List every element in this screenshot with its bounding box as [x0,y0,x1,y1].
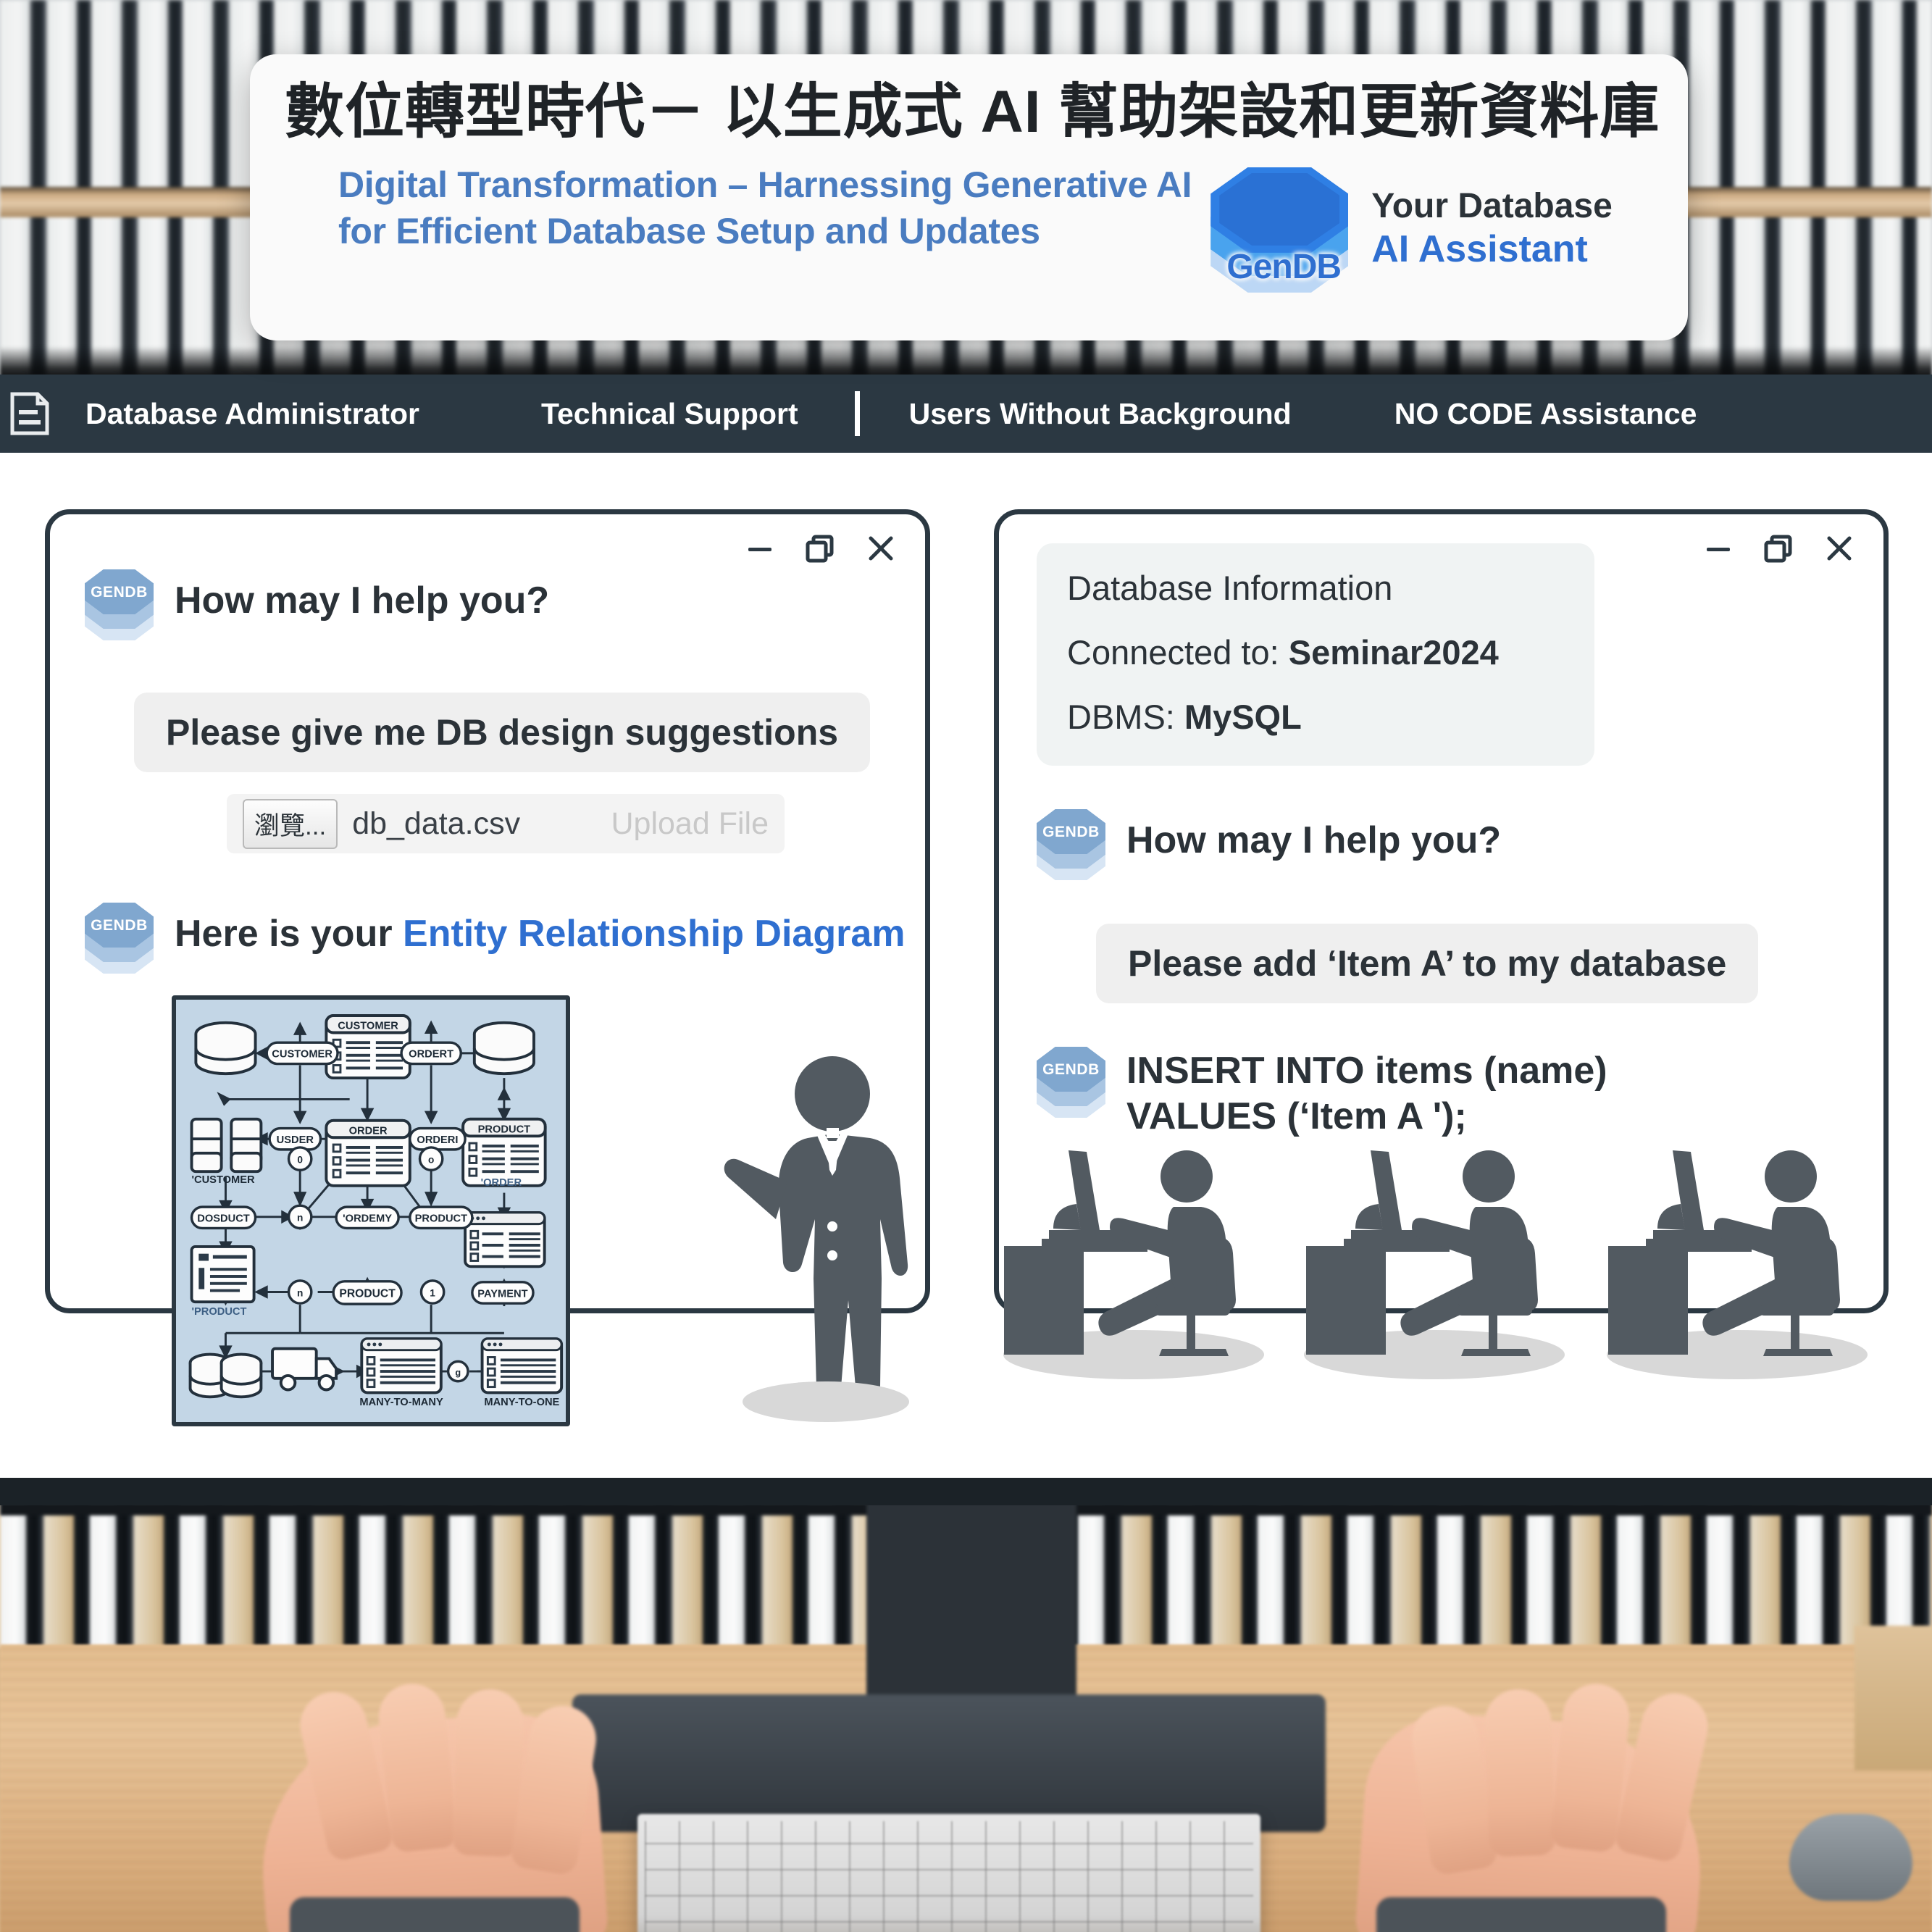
minimize-icon[interactable] [744,532,776,564]
svg-text:'PRODUCT: 'PRODUCT [192,1306,247,1318]
subtitle-line-1: Digital Transformation – Harnessing Gene… [338,164,1192,205]
monitor-top-bezel-shadow [0,346,1932,378]
document-icon [9,391,51,436]
gendb-logo-word: GenDB [1226,247,1342,286]
svg-text:n: n [297,1287,303,1298]
desk-scene [0,1502,1932,1932]
svg-text:g: g [455,1367,461,1378]
businessman-presenter-silhouette [699,1047,960,1431]
brand-tagline: Your Database AI Assistant [1371,186,1613,272]
desk-box [1854,1626,1932,1770]
monitor-neck [866,1502,1076,1715]
window-controls-left [744,532,898,565]
navbar: Database Administrator Technical Support… [0,375,1932,453]
upload-file-placeholder: Upload File [611,806,769,841]
svg-text:o: o [428,1154,434,1165]
svg-text:1: 1 [430,1287,435,1298]
gendb-avatar-icon: GENDB [1037,808,1111,883]
restore-icon[interactable] [803,532,837,565]
gendb-avatar-label: GENDB [1042,1061,1100,1078]
brand-tagline-line-1: Your Database [1371,187,1613,226]
page-subtitle-en: Digital Transformation – Harnessing Gene… [285,162,1192,254]
keyboard-keys [645,1821,1253,1932]
db-dbms-value: MySQL [1184,698,1302,736]
database-information-card: Database Information Connected to: Semin… [1037,543,1594,766]
page-title-zh: 數位轉型時代－ 以生成式 AI 幫助架設和更新資料庫 [285,79,1660,145]
gendb-avatar-label: GENDB [91,584,148,601]
erd-message-prefix: Here is your [175,913,403,955]
svg-text:'ORDER: 'ORDER [481,1177,522,1189]
close-icon[interactable] [864,532,898,565]
user-message-bubble: Please add ‘Item A’ to my database [1096,924,1759,1003]
svg-text:PRODUCT: PRODUCT [339,1287,396,1300]
gendb-avatar-label: GENDB [1042,824,1100,840]
window-controls-right [1702,532,1856,565]
monitor-base [572,1694,1326,1832]
restore-icon[interactable] [1762,532,1795,565]
nav-divider [854,391,860,436]
file-upload-row[interactable]: 瀏覽... db_data.csv Upload File [227,794,785,853]
left-sleeve-cuff [290,1897,580,1932]
svg-text:DOSDUCT: DOSDUCT [197,1213,250,1225]
gendb-avatar-icon: GENDB [85,568,159,643]
db-connected-row: Connected to: Seminar2024 [1067,632,1564,672]
svg-text:'CUSTOMER: 'CUSTOMER [192,1174,256,1186]
nav-item-database-administrator[interactable]: Database Administrator [85,397,419,431]
svg-text:MANY-TO-MANY: MANY-TO-MANY [359,1397,443,1408]
svg-text:USDER: USDER [277,1134,314,1146]
svg-text:ORDERI: ORDERI [417,1134,458,1146]
svg-text:CUSTOMER: CUSTOMER [272,1049,333,1061]
monitor-bottom-bezel [0,1478,1932,1505]
close-icon[interactable] [1823,532,1856,565]
gendb-avatar-label: GENDB [91,917,148,934]
brand-tagline-line-2: AI Assistant [1371,227,1588,270]
bot-message-text: How may I help you? [175,580,550,622]
nav-item-no-code-assistance[interactable]: NO CODE Assistance [1394,397,1697,431]
bot-message-greeting: GENDB How may I help you? [1037,808,1883,883]
bot-message-greeting: GENDB How may I help you? [85,568,925,643]
erd-message-highlight: Entity Relationship Diagram [403,913,906,955]
svg-text:ORDERT: ORDERT [409,1049,453,1061]
db-dbms-row: DBMS: MySQL [1067,697,1564,737]
gendb-avatar-icon: GENDB [1037,1045,1111,1121]
svg-text:PAYMENT: PAYMENT [477,1288,527,1300]
svg-text:PRODUCT: PRODUCT [415,1213,468,1225]
nav-item-technical-support[interactable]: Technical Support [541,397,798,431]
svg-text:0: 0 [297,1154,303,1165]
brand-block: GenDB Your Database AI Assistant [1210,166,1613,293]
bot-message-erd: GENDB Here is your Entity Relationship D… [85,901,925,977]
three-office-workers-silhouette [1000,1137,1912,1384]
subtitle-line-2: for Efficient Database Setup and Updates [338,210,1040,251]
uploaded-file-name: db_data.csv [352,806,521,841]
sql-statement-text: INSERT INTO items (name) VALUES (‘Item A… [1126,1050,1607,1138]
mouse [1789,1814,1912,1901]
title-card: 數位轉型時代－ 以生成式 AI 幫助架設和更新資料庫 Digital Trans… [250,54,1688,340]
user-message-bubble: Please give me DB design suggestions [134,693,871,772]
bot-message-sql: GENDB INSERT INTO items (name) VALUES (‘… [1037,1045,1883,1140]
svg-text:PRODUCT: PRODUCT [478,1124,531,1135]
entity-relationship-diagram-image: CUSTOMER ORDER PRODUCT CUSTOMER ORDERT U… [172,995,570,1426]
minimize-icon[interactable] [1702,532,1734,564]
db-info-title: Database Information [1067,569,1393,607]
svg-text:ORDER: ORDER [349,1125,388,1137]
browse-button[interactable]: 瀏覽... [243,798,338,849]
svg-text:'ORDEMY: 'ORDEMY [343,1213,392,1225]
nav-item-users-without-background[interactable]: Users Without Background [909,397,1292,431]
bot-message-text: How may I help you? [1126,819,1502,861]
db-dbms-label: DBMS: [1067,698,1184,736]
svg-text:n: n [297,1213,303,1224]
gendb-avatar-icon: GENDB [85,901,159,977]
erd-message-text: Here is your Entity Relationship Diagram [175,901,905,957]
right-sleeve-cuff [1376,1897,1666,1932]
svg-text:CUSTOMER: CUSTOMER [338,1021,398,1032]
db-connected-value: Seminar2024 [1288,633,1499,672]
monitor-screen: GENDB How may I help you? Please give me… [0,453,1932,1503]
db-connected-label: Connected to: [1067,633,1289,672]
gendb-logo-icon: GenDB [1210,166,1355,293]
svg-text:MANY-TO-ONE: MANY-TO-ONE [484,1397,559,1408]
right-finger-2 [1484,1688,1556,1857]
